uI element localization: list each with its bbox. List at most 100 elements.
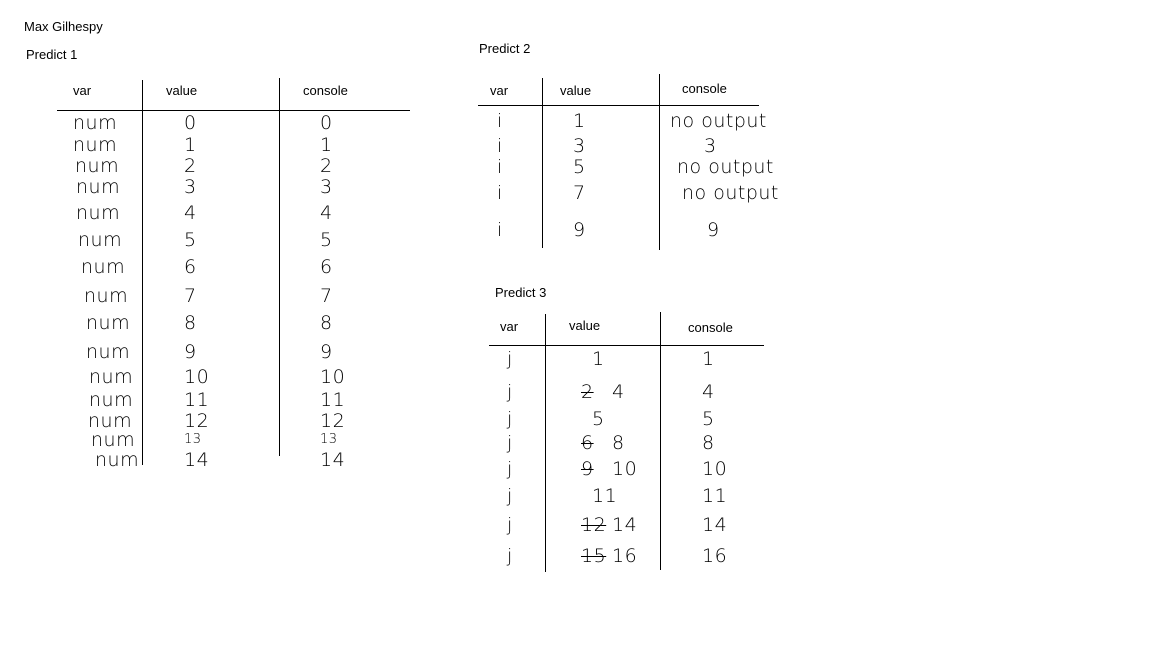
predict3-header-value: value	[569, 318, 601, 333]
var-cell: j	[507, 348, 513, 370]
predict1-column-divider-1	[142, 80, 143, 465]
var-cell: num	[73, 112, 118, 134]
console-cell: 14	[702, 514, 728, 536]
value-cell: 1	[184, 134, 197, 156]
value-cell: 9	[184, 341, 197, 363]
var-cell: num	[75, 155, 120, 177]
predict3-header-var: var	[500, 319, 519, 334]
var-cell: j	[507, 381, 513, 403]
var-cell: num	[76, 176, 121, 198]
console-cell: 13	[320, 432, 338, 447]
predict3-column-divider-2	[660, 312, 661, 570]
console-cell: 4	[320, 202, 333, 224]
predict1-header-value: value	[166, 83, 198, 98]
predict2-header-value: value	[560, 83, 592, 98]
console-cell: 1	[320, 134, 333, 156]
console-cell: 10	[702, 458, 728, 480]
value-cell: 1	[573, 110, 586, 132]
var-cell: num	[95, 449, 140, 471]
var-cell: num	[91, 429, 136, 451]
console-cell: no output	[682, 182, 779, 204]
console-cell: 10	[320, 366, 346, 388]
console-cell: 3	[704, 135, 717, 157]
console-cell: 5	[702, 408, 715, 430]
console-cell: 8	[320, 312, 333, 334]
var-cell: j	[507, 408, 513, 430]
value-cell: 10	[612, 458, 638, 480]
predict3-title: Predict 3	[495, 285, 547, 300]
crossed-out-value: 12	[581, 514, 607, 536]
var-cell: j	[507, 485, 513, 507]
value-cell: 2	[184, 155, 197, 177]
crossed-out-value: 9	[581, 458, 594, 480]
value-cell: 3	[184, 176, 197, 198]
crossed-out-value: 6	[581, 432, 594, 454]
var-cell: i	[497, 182, 503, 204]
value-cell: 7	[184, 285, 197, 307]
value-cell: 1	[592, 348, 605, 370]
var-cell: j	[507, 458, 513, 480]
console-cell: 6	[320, 256, 333, 278]
value-cell: 13	[184, 432, 202, 447]
console-cell: 11	[320, 389, 346, 411]
value-cell: 12	[184, 410, 210, 432]
console-cell: 0	[320, 112, 333, 134]
crossed-out-value: 2	[581, 381, 594, 403]
console-cell: no output	[677, 156, 774, 178]
console-cell: 7	[320, 285, 333, 307]
predict2-column-divider-1	[542, 78, 543, 248]
predict2-header-console: console	[682, 81, 727, 96]
var-cell: i	[497, 156, 503, 178]
var-cell: num	[89, 366, 134, 388]
value-cell: 8	[184, 312, 197, 334]
var-cell: num	[84, 285, 129, 307]
console-cell: 16	[702, 545, 728, 567]
var-cell: num	[88, 410, 133, 432]
var-cell: j	[507, 514, 513, 536]
value-cell: 3	[573, 135, 586, 157]
var-cell: j	[507, 432, 513, 454]
value-cell: 8	[612, 432, 625, 454]
var-cell: num	[76, 202, 121, 224]
var-cell: i	[497, 135, 503, 157]
predict3-column-divider-1	[545, 314, 546, 572]
value-cell: 14	[184, 449, 210, 471]
value-cell: 6	[184, 256, 197, 278]
var-cell: j	[507, 545, 513, 567]
var-cell: num	[86, 341, 131, 363]
value-cell: 10	[184, 366, 210, 388]
console-cell: no output	[670, 110, 767, 132]
value-cell: 4	[184, 202, 197, 224]
value-cell: 7	[573, 182, 586, 204]
var-cell: num	[78, 229, 123, 251]
predict3-header-divider	[489, 345, 764, 346]
var-cell: num	[81, 256, 126, 278]
predict1-column-divider-2	[279, 78, 280, 456]
predict2-title: Predict 2	[479, 41, 531, 56]
value-cell: 5	[573, 156, 586, 178]
var-cell: num	[86, 312, 131, 334]
predict2-header-divider	[478, 105, 759, 106]
predict1-header-divider	[57, 110, 410, 111]
value-cell: 0	[184, 112, 197, 134]
author-name: Max Gilhespy	[24, 19, 103, 34]
console-cell: 5	[320, 229, 333, 251]
console-cell: 8	[702, 432, 715, 454]
var-cell: num	[73, 134, 118, 156]
value-cell: 5	[184, 229, 197, 251]
console-cell: 9	[320, 341, 333, 363]
predict2-header-var: var	[490, 83, 509, 98]
console-cell: 14	[320, 449, 346, 471]
predict3-header-console: console	[688, 320, 733, 335]
console-cell: 11	[702, 485, 728, 507]
value-cell: 11	[592, 485, 618, 507]
predict1-header-var: var	[73, 83, 92, 98]
crossed-out-value: 15	[581, 545, 607, 567]
console-cell: 4	[702, 381, 715, 403]
console-cell: 2	[320, 155, 333, 177]
value-cell: 9	[573, 219, 586, 241]
console-cell: 9	[707, 219, 720, 241]
console-cell: 12	[320, 410, 346, 432]
value-cell: 4	[612, 381, 625, 403]
value-cell: 16	[612, 545, 638, 567]
